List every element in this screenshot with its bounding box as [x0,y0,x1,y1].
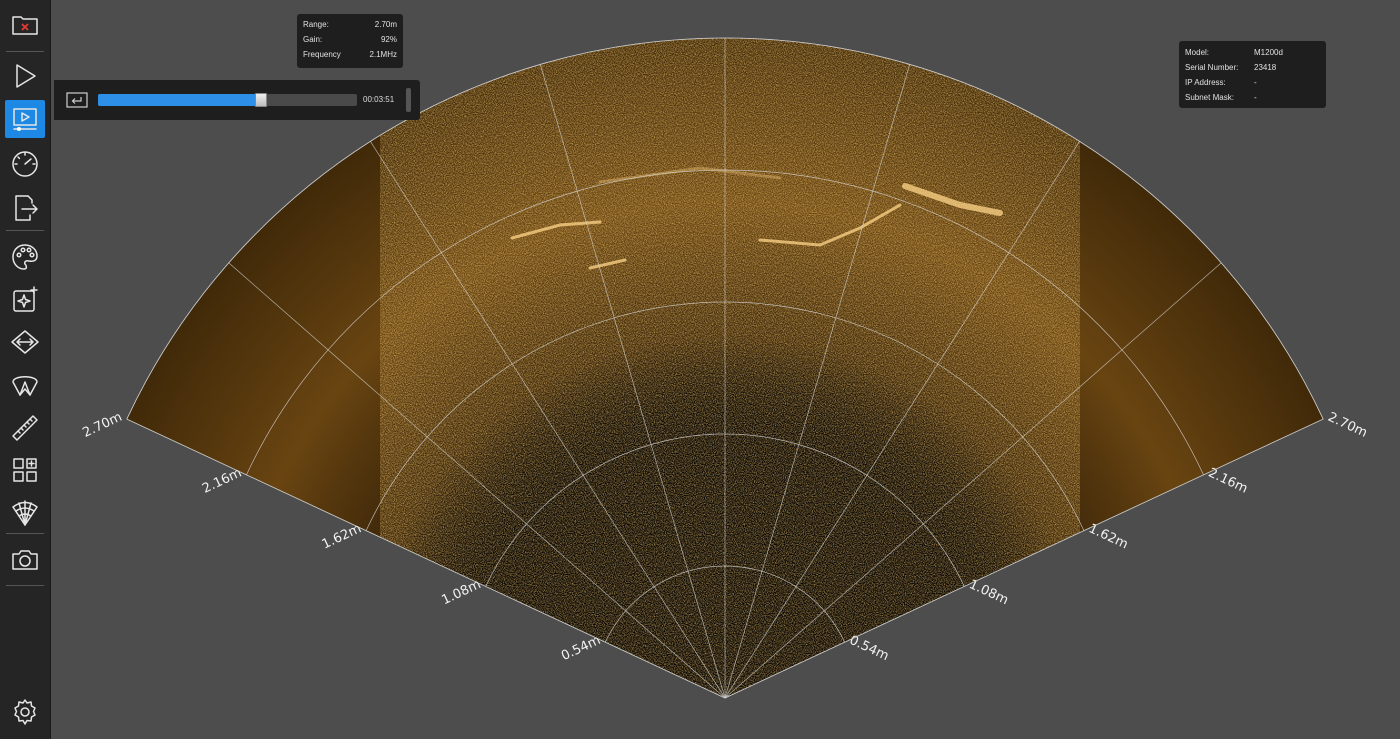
gauge-button[interactable] [5,145,45,183]
ruler-icon [12,415,38,441]
device-info-panel: Model: M1200d Serial Number: 23418 IP Addr… [1179,41,1326,108]
range-label-right: 2.16m [1206,466,1250,497]
range-label-left: 2.70m [81,410,125,441]
frequency-label: Frequency [303,50,341,59]
range-label-left: 2.16m [200,466,244,497]
ip-label: IP Address: [1185,78,1226,87]
range-label-right: 1.08m [967,577,1011,608]
export-icon [15,195,38,221]
serial-value: 23418 [1254,63,1277,72]
range-icon [11,330,39,354]
gain-value: 92% [380,35,397,44]
toolbar-separator [6,533,44,534]
playback-progress-slider[interactable] [98,93,357,107]
export-button[interactable] [5,189,45,227]
mask-label: Subnet Mask: [1185,93,1234,102]
playback-button[interactable] [5,100,45,138]
playback-time: 00:03:51 [363,95,395,104]
range-label-right: 2.70m [1325,410,1369,441]
range-button[interactable] [5,323,45,361]
sonar-fan-button[interactable] [5,494,45,532]
model-label: Model: [1185,48,1210,57]
enhance-button[interactable] [5,281,45,319]
range-label-left: 1.62m [320,521,364,552]
aperture-icon [12,376,38,396]
layout-icon [13,458,37,482]
palette-icon [12,244,38,270]
range-label-left: 1.08m [439,577,483,608]
serial-label: Serial Number: [1185,63,1239,72]
playback-bar: 00:03:51 [54,80,420,120]
toolbar [0,0,51,739]
range-label: Range: [303,20,329,29]
toolbar-separator [6,585,44,586]
gauge-icon [12,151,38,177]
playback-panel-handle[interactable] [406,88,411,112]
sonar-fan-icon [12,500,38,526]
gain-label: Gain: [303,35,323,44]
palette-button[interactable] [5,238,45,276]
open-folder-button[interactable] [5,6,45,44]
playback-slider-thumb[interactable] [255,93,268,107]
aperture-button[interactable] [5,366,45,404]
sonar-params-panel: Range: 2.70m Gain: 92% Frequency 2.1MHz [297,14,403,68]
settings-button[interactable] [5,693,45,731]
playback-progress-fill [98,94,262,106]
play-button[interactable] [5,57,45,95]
play-icon [16,64,36,88]
camera-icon [12,550,38,570]
range-value: 2.70m [374,20,397,29]
settings-icon [14,699,36,725]
open-folder-icon [12,16,38,35]
layout-button[interactable] [5,451,45,489]
toolbar-separator [6,230,44,231]
toolbar-separator [6,51,44,52]
replay-icon[interactable] [66,92,88,108]
ruler-button[interactable] [5,409,45,447]
range-label-left: 0.54m [559,633,603,664]
model-value: M1200d [1254,48,1283,57]
enhance-icon [13,286,38,312]
playback-icon [13,108,37,131]
range-label-right: 0.54m [847,633,891,664]
ip-value: - [1254,78,1257,87]
frequency-value: 2.1MHz [369,50,397,59]
range-label-right: 1.62m [1086,521,1130,552]
mask-value: - [1254,93,1257,102]
camera-button[interactable] [5,541,45,579]
sonar-speckle-texture [380,38,1080,698]
